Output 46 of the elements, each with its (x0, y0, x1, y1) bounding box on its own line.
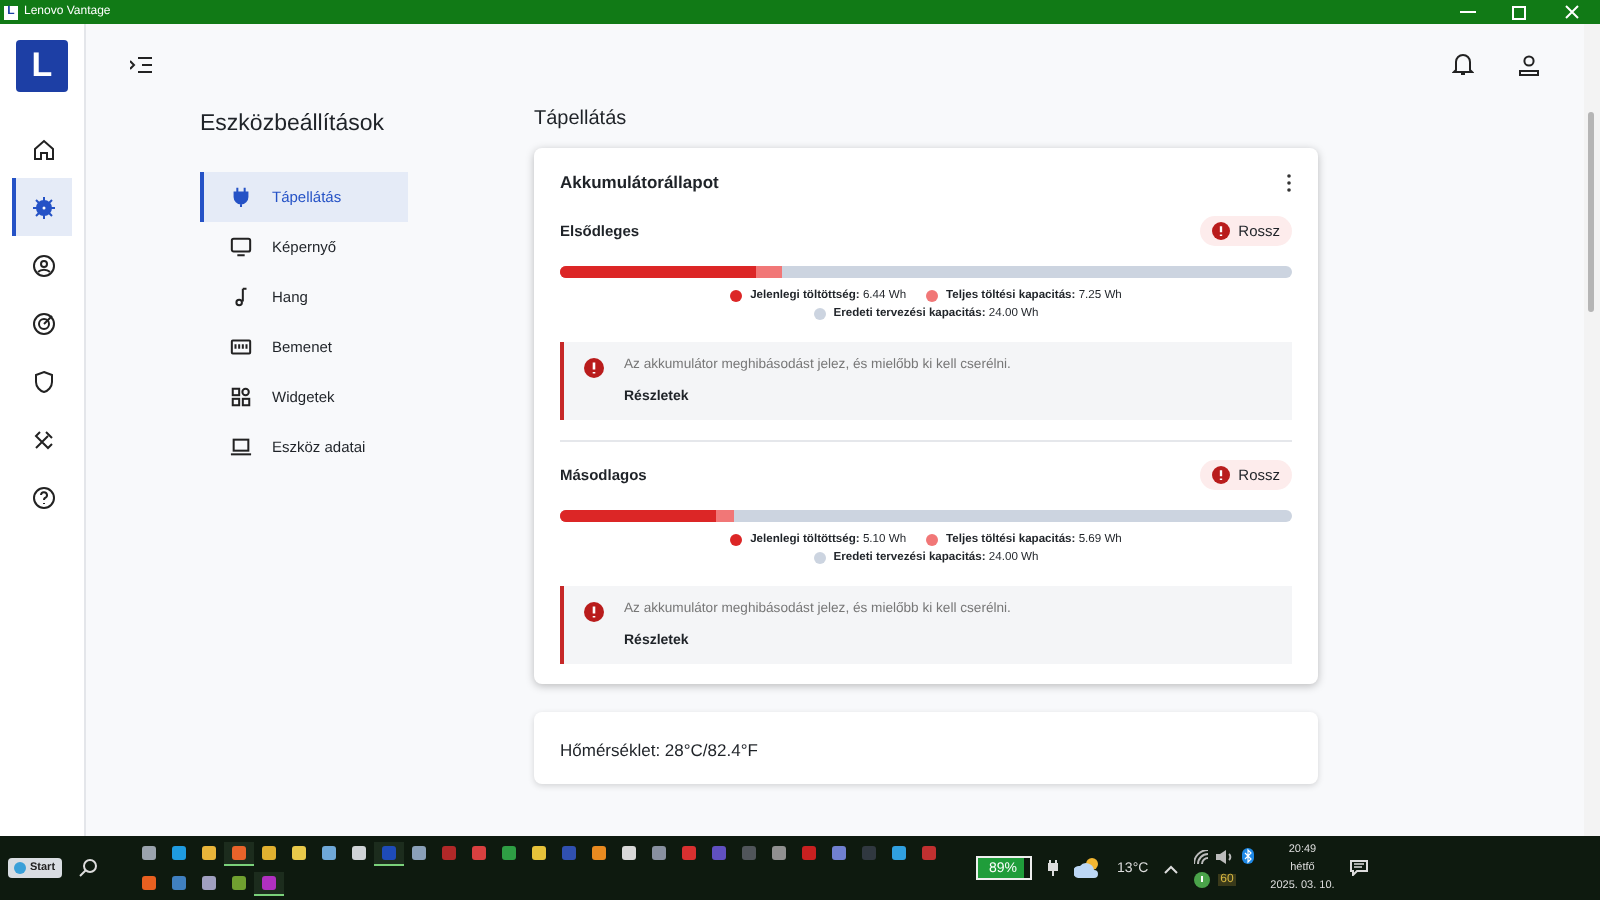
error-icon (584, 358, 604, 378)
note-icon (230, 286, 252, 308)
legend-dot (926, 534, 939, 546)
page-title: Tápellátás (534, 108, 629, 130)
card-title: Akkumulátorállapot (560, 172, 719, 192)
legend-dot (730, 290, 743, 302)
user-icon[interactable] (1518, 53, 1540, 75)
error-icon (584, 602, 604, 622)
bluetooth-icon[interactable] (1242, 848, 1255, 864)
weather-cloud-icon[interactable] (1073, 856, 1102, 880)
speaker-icon[interactable] (1216, 849, 1235, 863)
collapse-menu-icon[interactable] (130, 55, 152, 73)
taskbar-app-icon[interactable] (373, 841, 404, 865)
scrollbar[interactable] (1584, 24, 1600, 836)
tools-icon (32, 427, 56, 451)
network-icon[interactable] (1194, 849, 1209, 863)
taskbar-app-icon[interactable] (223, 841, 254, 865)
search-icon[interactable] (77, 858, 98, 878)
account-icon (32, 253, 56, 277)
app-logo[interactable]: L (16, 40, 68, 92)
section-title: Eszközbeállítások (200, 112, 387, 136)
home-icon (32, 137, 56, 161)
gear-icon (32, 195, 56, 219)
error-icon (1212, 222, 1231, 240)
error-icon (1212, 466, 1231, 484)
legend-dot (730, 534, 743, 546)
notification-icon[interactable] (1350, 860, 1369, 876)
restore-icon[interactable] (1512, 4, 1528, 20)
plug-icon (1047, 860, 1058, 876)
chevron-up-icon[interactable] (1164, 863, 1179, 873)
close-icon[interactable] (1564, 4, 1580, 20)
laptop-icon (230, 436, 252, 458)
more-options-icon[interactable] (1286, 173, 1292, 191)
legend-dot (926, 290, 939, 302)
legend-dot (813, 308, 826, 320)
shield-icon (32, 369, 56, 393)
help-icon (32, 485, 56, 509)
monitor-icon (230, 236, 252, 258)
target-icon (32, 311, 56, 335)
notification-bell-icon[interactable] (1452, 52, 1474, 76)
keyboard-icon (230, 336, 252, 358)
widgets-icon (230, 386, 252, 408)
plug-icon (230, 186, 252, 208)
taskbar-app-icon[interactable] (253, 871, 284, 895)
legend-dot (813, 552, 826, 564)
temperature-text: Hőmérséklet: 28°C/82.4°F (560, 740, 758, 760)
